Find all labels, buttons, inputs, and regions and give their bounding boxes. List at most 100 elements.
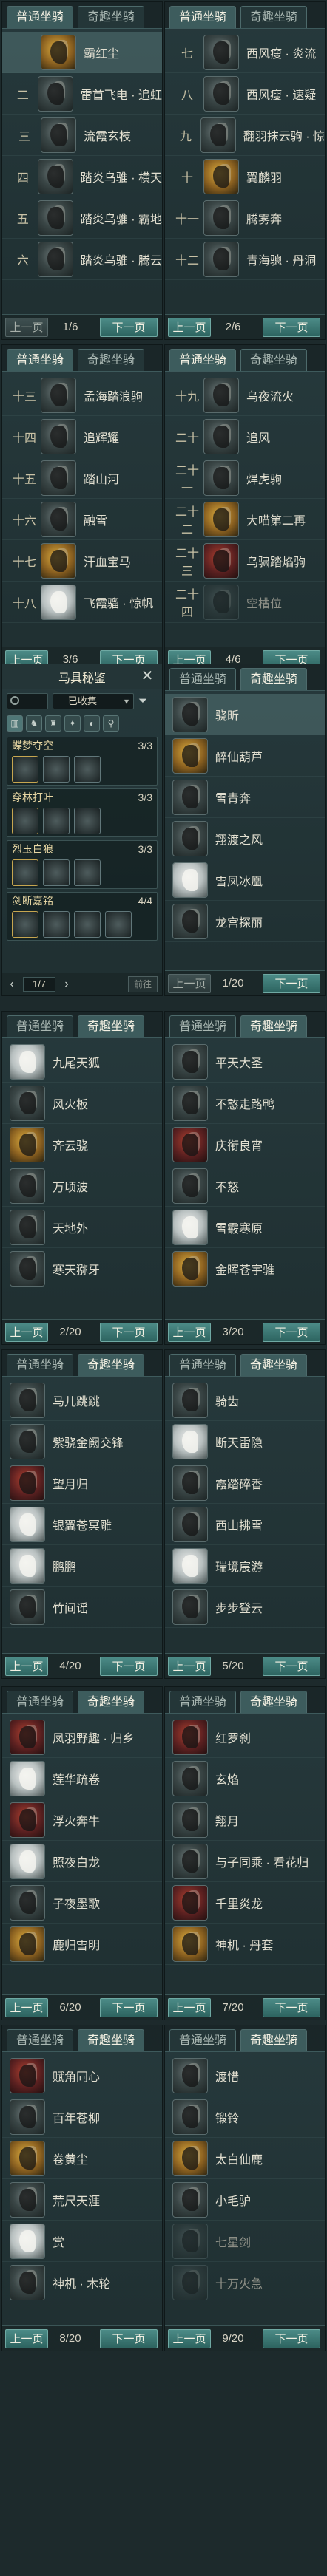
mount-row[interactable]: 浮火奔牛 — [2, 1799, 162, 1841]
tack-item-slot[interactable] — [74, 808, 101, 834]
tab-special-mounts[interactable]: 奇趣坐骑 — [240, 668, 307, 690]
mount-row[interactable]: 二十一 焊虎驹 — [165, 457, 325, 499]
mount-row[interactable]: 鹿归雪明 — [2, 1924, 162, 1965]
prev-page-button[interactable]: 上一页 — [168, 973, 211, 993]
tab-special-mounts[interactable]: 奇趣坐骑 — [78, 6, 144, 28]
mount-row[interactable]: 霞踏碎香 — [165, 1462, 325, 1504]
next-page-button[interactable]: 下一页 — [100, 317, 158, 337]
tab-special-mounts[interactable]: 奇趣坐骑 — [78, 349, 144, 371]
mount-row[interactable]: 三 流霞玄枝 — [2, 115, 162, 156]
mount-row[interactable]: 玄焰 — [165, 1758, 325, 1799]
tab-special-mounts[interactable]: 奇趣坐骑 — [240, 349, 307, 371]
mount-row[interactable]: 四 踏炎乌骓 · 横天 — [2, 156, 162, 197]
mount-row[interactable]: 十一 腾雾奔 — [165, 197, 325, 239]
prev-page-button[interactable]: 上一页 — [5, 317, 48, 337]
tab-special-mounts[interactable]: 奇趣坐骑 — [240, 1354, 307, 1376]
mount-row[interactable]: 雪凤冰凰 — [165, 859, 325, 901]
tab-common-mounts[interactable]: 普通坐骑 — [7, 1354, 73, 1376]
mount-row[interactable]: 八 西风瘦 · 速疑 — [165, 73, 325, 115]
prev-page-button[interactable]: 上一页 — [5, 2328, 48, 2348]
mount-row[interactable]: 十三 孟海踏浪驹 — [2, 375, 162, 416]
mount-row[interactable]: 雪青奔 — [165, 777, 325, 818]
mount-row[interactable]: 七星剑 — [165, 2221, 325, 2262]
tab-special-mounts[interactable]: 奇趣坐骑 — [78, 1015, 144, 1037]
mount-row[interactable]: 赏 — [2, 2221, 162, 2262]
category-icon[interactable]: ⚲ — [103, 715, 119, 732]
mount-row[interactable]: 骑齿 — [165, 1380, 325, 1421]
tab-common-mounts[interactable]: 普通坐骑 — [169, 6, 236, 28]
mount-row[interactable]: 金晖苍宇骓 — [165, 1248, 325, 1289]
tack-item-slot[interactable] — [12, 808, 38, 834]
category-icon[interactable]: ◐ — [84, 715, 100, 732]
tack-item-slot[interactable] — [74, 911, 101, 938]
mount-row[interactable]: 卷黄尘 — [2, 2138, 162, 2179]
mount-row[interactable]: 小毛驴 — [165, 2179, 325, 2221]
mount-row[interactable]: 神机 · 丹套 — [165, 1924, 325, 1965]
tab-special-mounts[interactable]: 奇趣坐骑 — [240, 1015, 307, 1037]
mount-row[interactable]: 锻铃 — [165, 2096, 325, 2138]
mount-row[interactable]: 太白仙鹿 — [165, 2138, 325, 2179]
tack-item-slot[interactable] — [74, 859, 101, 886]
mount-row[interactable]: 西山拂雪 — [165, 1504, 325, 1545]
next-page-button[interactable]: 下一页 — [263, 973, 320, 993]
tab-special-mounts[interactable]: 奇趣坐骑 — [240, 1691, 307, 1713]
tab-common-mounts[interactable]: 普通坐骑 — [169, 1354, 236, 1376]
prev-page-button[interactable]: 上一页 — [5, 1656, 48, 1676]
tack-item-slot[interactable] — [12, 911, 38, 938]
mount-row[interactable]: 七 西风瘦 · 炎流 — [165, 32, 325, 73]
prev-page-button[interactable]: 上一页 — [168, 2328, 211, 2348]
next-page-button[interactable]: 下一页 — [100, 2328, 158, 2348]
tack-item-slot[interactable] — [74, 756, 101, 783]
category-icon[interactable]: ♜ — [45, 715, 61, 732]
mount-row[interactable]: 十八 飞霞骝 · 惊帆 — [2, 582, 162, 623]
tab-common-mounts[interactable]: 普通坐骑 — [169, 1691, 236, 1713]
mount-row[interactable]: 风火板 — [2, 1083, 162, 1124]
mount-row[interactable]: 步步登云 — [165, 1587, 325, 1628]
mount-row[interactable]: 十万火急 — [165, 2262, 325, 2303]
mount-row[interactable]: 雪霰寒原 — [165, 1207, 325, 1248]
mount-row[interactable]: 神机 · 木轮 — [2, 2262, 162, 2303]
mount-row[interactable]: 十 翼麟羽 — [165, 156, 325, 197]
mount-row[interactable]: 龙宫探丽 — [165, 901, 325, 942]
mount-row[interactable]: 断天雷隐 — [165, 1421, 325, 1462]
next-page-button[interactable]: 下一页 — [100, 1997, 158, 2017]
search-input[interactable] — [7, 693, 48, 709]
mount-row[interactable]: 不怒 — [165, 1165, 325, 1207]
funnel-icon[interactable]: ⏷ — [138, 695, 152, 708]
tack-set[interactable]: 剑断嘉铭 4/4 — [7, 892, 158, 941]
mount-row[interactable]: 鹏鹏 — [2, 1545, 162, 1587]
next-page-button[interactable]: 下一页 — [263, 1322, 320, 1342]
mount-row[interactable]: 庆衔良宵 — [165, 1124, 325, 1165]
mount-row[interactable]: 望月归 — [2, 1462, 162, 1504]
category-icon[interactable]: ✦ — [64, 715, 81, 732]
tab-special-mounts[interactable]: 奇趣坐骑 — [78, 1691, 144, 1713]
prev-page-button[interactable]: 上一页 — [168, 1997, 211, 2017]
mount-row[interactable]: 二十二 大喵第二再 — [165, 499, 325, 540]
next-page-button[interactable]: 下一页 — [263, 317, 320, 337]
mount-row[interactable]: 寒天猕牙 — [2, 1248, 162, 1289]
prev-page-button[interactable]: 上一页 — [168, 317, 211, 337]
mount-row[interactable]: 齐云骁 — [2, 1124, 162, 1165]
mount-row[interactable]: 六 踏炎乌骓 · 腾云 — [2, 239, 162, 280]
tab-special-mounts[interactable]: 奇趣坐骑 — [78, 1354, 144, 1376]
tack-item-slot[interactable] — [12, 859, 38, 886]
mount-row[interactable]: 百年苍柳 — [2, 2096, 162, 2138]
tack-item-slot[interactable] — [12, 756, 38, 783]
jump-button[interactable]: 前往 — [128, 976, 158, 992]
tab-common-mounts[interactable]: 普通坐骑 — [7, 1691, 73, 1713]
mount-row[interactable]: 渡惜 — [165, 2055, 325, 2096]
tab-common-mounts[interactable]: 普通坐骑 — [169, 2029, 236, 2051]
tab-common-mounts[interactable]: 普通坐骑 — [7, 349, 73, 371]
page-number-field[interactable]: 1/7 — [23, 977, 55, 992]
mount-row[interactable]: 二十四 空槽位 — [165, 582, 325, 623]
tab-common-mounts[interactable]: 普通坐骑 — [7, 6, 73, 28]
mount-row[interactable]: 千里炎龙 — [165, 1882, 325, 1924]
mount-row[interactable]: 凤羽野趣 · 归乡 — [2, 1717, 162, 1758]
mount-row[interactable]: 不憨走路鸭 — [165, 1083, 325, 1124]
mount-row[interactable]: 与子同乘 · 看花归 — [165, 1841, 325, 1882]
mount-row[interactable]: 天地外 — [2, 1207, 162, 1248]
prev-page-button[interactable]: 上一页 — [168, 1322, 211, 1342]
mount-row[interactable]: 十六 融雪 — [2, 499, 162, 540]
mount-row[interactable]: 霸红尘 — [2, 32, 162, 73]
tack-item-slot[interactable] — [43, 911, 70, 938]
